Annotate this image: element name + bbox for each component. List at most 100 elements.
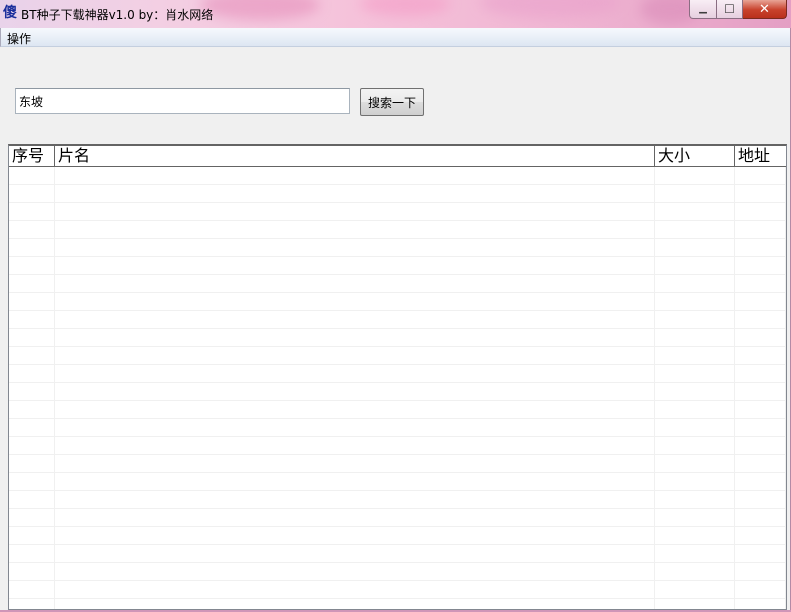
results-list[interactable]: 序号 片名 大小 地址 (8, 144, 787, 610)
empty-grid-cell (55, 455, 655, 472)
empty-grid-cell (9, 383, 55, 400)
empty-grid-cell (655, 167, 735, 184)
empty-grid-cell (9, 473, 55, 490)
empty-grid-cell (655, 599, 735, 609)
empty-grid-cell (735, 455, 786, 472)
search-button[interactable]: 搜索一下 (360, 88, 424, 116)
empty-grid-cell (55, 275, 655, 292)
empty-grid-cell (655, 257, 735, 274)
empty-grid-cell (735, 545, 786, 562)
empty-grid-row (9, 599, 786, 609)
empty-grid-cell (735, 365, 786, 382)
empty-grid-row (9, 167, 786, 185)
empty-grid-cell (9, 455, 55, 472)
empty-grid-cell (735, 563, 786, 580)
empty-grid-cell (55, 311, 655, 328)
empty-grid-cell (9, 419, 55, 436)
empty-grid-cell (9, 599, 55, 609)
empty-grid-cell (9, 563, 55, 580)
empty-grid-cell (9, 311, 55, 328)
empty-grid-cell (735, 473, 786, 490)
empty-grid-cell (735, 419, 786, 436)
empty-grid-row (9, 347, 786, 365)
empty-grid-cell (9, 365, 55, 382)
empty-grid-cell (55, 545, 655, 562)
app-icon: 傻 (3, 5, 17, 21)
empty-grid-cell (735, 599, 786, 609)
empty-grid-cell (655, 221, 735, 238)
window-title: BT种子下载神器v1.0 by：肖水网络 (21, 8, 214, 22)
empty-grid-cell (55, 401, 655, 418)
empty-grid-cell (735, 581, 786, 598)
menu-item-operations[interactable]: 操作 (7, 30, 31, 47)
empty-grid-cell (55, 563, 655, 580)
empty-grid-row (9, 239, 786, 257)
empty-grid-cell (655, 347, 735, 364)
empty-grid-cell (55, 419, 655, 436)
empty-grid-row (9, 257, 786, 275)
empty-grid-cell (9, 581, 55, 598)
empty-grid-cell (9, 257, 55, 274)
empty-grid-cell (55, 257, 655, 274)
empty-grid-cell (9, 275, 55, 292)
empty-grid-row (9, 401, 786, 419)
empty-grid-cell (9, 509, 55, 526)
empty-grid-cell (655, 203, 735, 220)
empty-grid-cell (655, 455, 735, 472)
empty-grid-cell (735, 527, 786, 544)
empty-grid-cell (9, 203, 55, 220)
empty-grid-cell (655, 581, 735, 598)
empty-grid-row (9, 545, 786, 563)
empty-grid-row (9, 527, 786, 545)
empty-grid-cell (655, 329, 735, 346)
empty-grid-cell (55, 527, 655, 544)
empty-grid-cell (55, 167, 655, 184)
empty-grid-row (9, 365, 786, 383)
empty-grid-cell (735, 491, 786, 508)
title-bar[interactable]: 傻 BT种子下载神器v1.0 by：肖水网络 ▁ ☐ ✕ (0, 0, 791, 28)
maximize-button[interactable]: ☐ (717, 0, 743, 19)
empty-grid-cell (9, 437, 55, 454)
empty-grid-cell (655, 185, 735, 202)
column-header-size[interactable]: 大小 (655, 146, 735, 166)
empty-grid-row (9, 563, 786, 581)
empty-grid-cell (655, 509, 735, 526)
empty-grid-cell (735, 347, 786, 364)
minimize-icon: ▁ (699, 3, 707, 14)
results-list-body[interactable] (9, 167, 786, 609)
column-header-index[interactable]: 序号 (9, 146, 55, 166)
empty-grid-cell (735, 203, 786, 220)
empty-grid-cell (655, 527, 735, 544)
empty-grid-cell (55, 347, 655, 364)
empty-grid-cell (55, 203, 655, 220)
results-list-header: 序号 片名 大小 地址 (9, 146, 786, 167)
empty-grid-cell (655, 311, 735, 328)
empty-grid-cell (9, 167, 55, 184)
title-bar-decoration (360, 0, 450, 16)
search-input[interactable] (15, 88, 350, 114)
empty-grid-cell (655, 401, 735, 418)
empty-grid-cell (655, 383, 735, 400)
empty-grid-cell (655, 293, 735, 310)
empty-grid-cell (735, 257, 786, 274)
minimize-button[interactable]: ▁ (689, 0, 717, 19)
empty-grid-cell (9, 545, 55, 562)
empty-grid-cell (735, 509, 786, 526)
column-header-title[interactable]: 片名 (55, 146, 655, 166)
empty-grid-cell (655, 365, 735, 382)
empty-grid-cell (55, 383, 655, 400)
empty-grid-cell (735, 221, 786, 238)
column-header-address[interactable]: 地址 (735, 146, 786, 166)
empty-grid-cell (655, 473, 735, 490)
maximize-icon: ☐ (724, 2, 735, 16)
close-button[interactable]: ✕ (743, 0, 787, 19)
empty-grid-row (9, 473, 786, 491)
empty-grid-row (9, 491, 786, 509)
empty-grid-cell (655, 491, 735, 508)
empty-grid-row (9, 203, 786, 221)
empty-grid-cell (55, 329, 655, 346)
empty-grid-row (9, 293, 786, 311)
empty-grid-row (9, 437, 786, 455)
empty-grid-row (9, 275, 786, 293)
empty-grid-row (9, 383, 786, 401)
